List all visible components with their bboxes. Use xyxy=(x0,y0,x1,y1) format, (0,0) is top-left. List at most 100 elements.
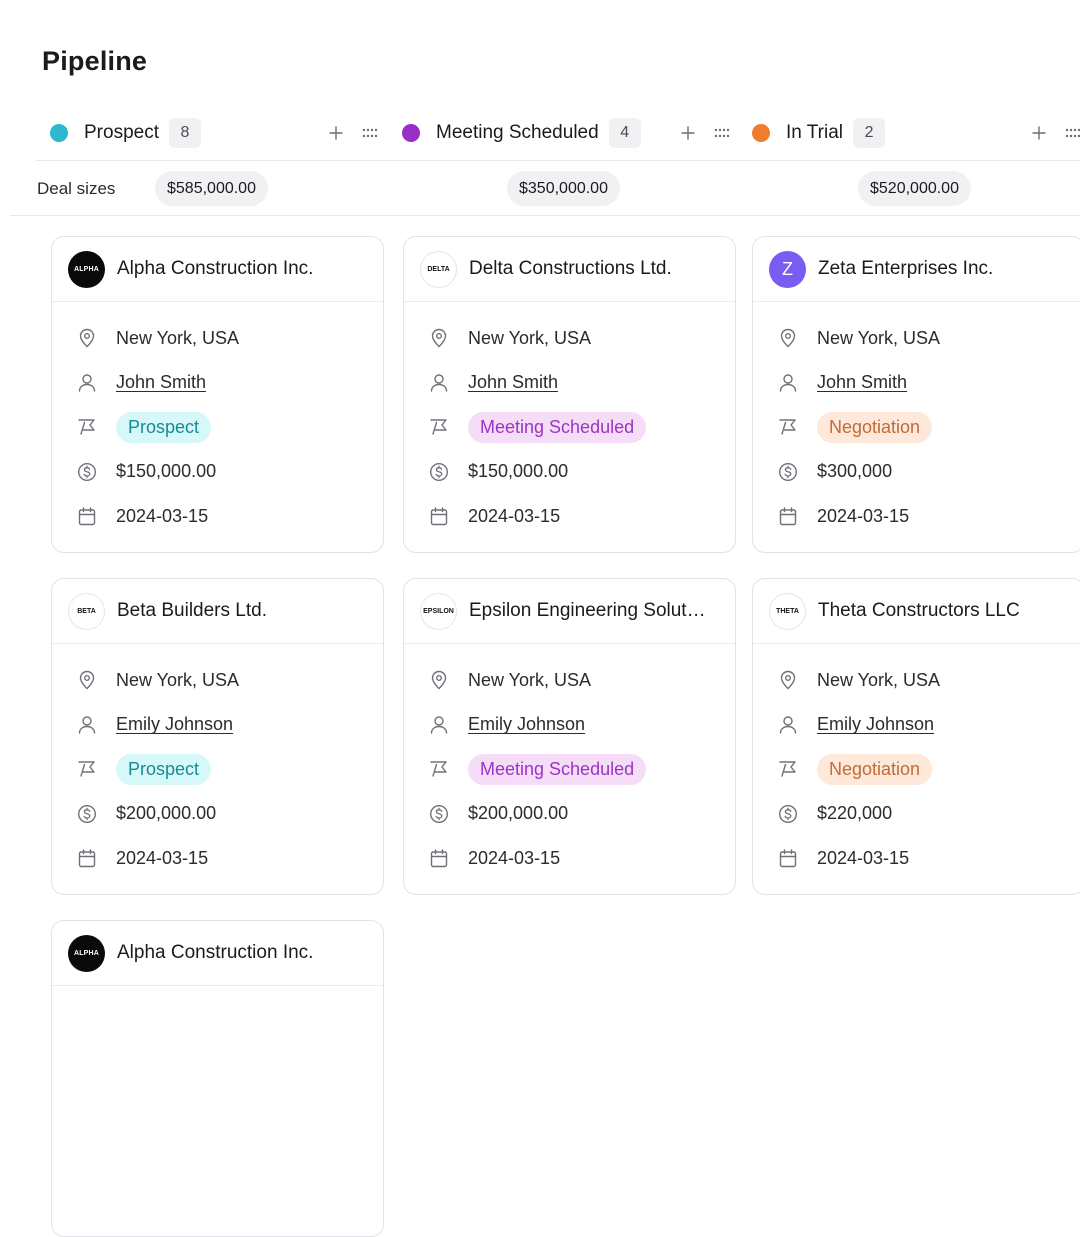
calendar-icon xyxy=(76,505,98,527)
contact-link[interactable]: Emily Johnson xyxy=(817,714,934,735)
company-name[interactable]: Theta Constructors LLC xyxy=(818,600,1020,622)
calendar-icon xyxy=(428,505,450,527)
card-header: ALPHA Alpha Construction Inc. xyxy=(52,237,383,302)
column-actions xyxy=(1031,117,1080,149)
add-deal-button[interactable] xyxy=(680,125,696,141)
flag-icon xyxy=(76,416,98,438)
deal-size-total: $585,000.00 xyxy=(155,171,268,206)
close-date: 2024-03-15 xyxy=(116,505,209,526)
column-count-badge: 8 xyxy=(168,118,201,148)
company-name[interactable]: Epsilon Engineering Solut… xyxy=(469,600,706,622)
company-logo-text: THETA xyxy=(776,607,799,615)
close-date: 2024-03-15 xyxy=(468,505,561,526)
location-text: New York, USA xyxy=(116,669,240,690)
stage-badge[interactable]: Meeting Scheduled xyxy=(468,753,647,785)
flag-icon xyxy=(428,416,450,438)
flag-icon xyxy=(777,416,799,438)
stage-badge[interactable]: Negotiation xyxy=(817,753,933,785)
company-name[interactable]: Alpha Construction Inc. xyxy=(117,942,313,964)
calendar-icon xyxy=(777,847,799,869)
column-count-badge: 4 xyxy=(608,118,641,148)
deal-card[interactable]: ALPHA Alpha Construction Inc. New York, … xyxy=(51,236,384,553)
column-actions xyxy=(328,117,378,149)
date-row: 2024-03-15 xyxy=(76,836,383,881)
user-icon xyxy=(428,372,450,394)
location-row: New York, USA xyxy=(777,658,1080,703)
contact-link[interactable]: John Smith xyxy=(468,372,558,393)
deal-card[interactable]: BETA Beta Builders Ltd. New York, USA Em… xyxy=(51,578,384,895)
dollar-circle-icon xyxy=(428,461,450,483)
company-logo: BETA xyxy=(68,592,105,630)
contact-row: Emily Johnson xyxy=(428,703,735,748)
map-pin-icon xyxy=(76,669,98,691)
company-logo: Z xyxy=(769,250,806,288)
company-name[interactable]: Delta Constructions Ltd. xyxy=(469,258,672,280)
amount-row: $150,000.00 xyxy=(428,450,735,495)
contact-row: John Smith xyxy=(76,361,383,406)
stage-badge[interactable]: Prospect xyxy=(116,411,212,443)
location-row: New York, USA xyxy=(428,316,735,361)
card-details: New York, USA John Smith Negotiation $30… xyxy=(753,302,1080,539)
calendar-icon xyxy=(777,505,799,527)
deal-amount: $300,000 xyxy=(817,461,893,482)
date-row: 2024-03-15 xyxy=(428,494,735,539)
card-details: New York, USA John Smith Prospect $150,0… xyxy=(52,302,383,539)
company-logo-text: Z xyxy=(782,258,793,279)
column-drag-handle[interactable] xyxy=(714,125,730,141)
column-drag-handle[interactable] xyxy=(362,125,378,141)
add-deal-button[interactable] xyxy=(1031,125,1047,141)
deal-size-total: $520,000.00 xyxy=(858,171,971,206)
contact-link[interactable]: Emily Johnson xyxy=(116,714,233,735)
user-icon xyxy=(777,372,799,394)
deal-card[interactable]: DELTA Delta Constructions Ltd. New York,… xyxy=(403,236,736,553)
stage-badge[interactable]: Prospect xyxy=(116,753,212,785)
company-logo: ALPHA xyxy=(68,934,105,972)
stage-row: Prospect xyxy=(76,405,383,450)
stage-row: Meeting Scheduled xyxy=(428,747,735,792)
flag-icon xyxy=(777,758,799,780)
stage-row: Prospect xyxy=(76,747,383,792)
column-title: Meeting Scheduled xyxy=(436,122,599,143)
column-drag-handle[interactable] xyxy=(1065,125,1080,141)
drag-handle-icon xyxy=(362,128,378,138)
deal-card[interactable]: EPSILON Epsilon Engineering Solut… New Y… xyxy=(403,578,736,895)
contact-row: Emily Johnson xyxy=(777,703,1080,748)
map-pin-icon xyxy=(428,327,450,349)
add-deal-button[interactable] xyxy=(328,125,344,141)
column-count-badge: 2 xyxy=(853,118,886,148)
user-icon xyxy=(428,714,450,736)
deal-card[interactable]: ALPHA Alpha Construction Inc. xyxy=(51,920,384,1237)
map-pin-icon xyxy=(76,327,98,349)
location-text: New York, USA xyxy=(817,669,941,690)
amount-row: $200,000.00 xyxy=(76,792,383,837)
card-header: ALPHA Alpha Construction Inc. xyxy=(52,921,383,986)
amount-row: $200,000.00 xyxy=(428,792,735,837)
dollar-circle-icon xyxy=(777,461,799,483)
company-logo: DELTA xyxy=(420,250,457,288)
location-text: New York, USA xyxy=(116,327,240,348)
stage-badge[interactable]: Negotiation xyxy=(817,411,933,443)
deal-card[interactable]: THETA Theta Constructors LLC New York, U… xyxy=(752,578,1080,895)
card-header: DELTA Delta Constructions Ltd. xyxy=(404,237,735,302)
dollar-circle-icon xyxy=(76,803,98,825)
location-row: New York, USA xyxy=(76,658,383,703)
close-date: 2024-03-15 xyxy=(468,847,561,868)
flag-icon xyxy=(76,758,98,780)
company-name[interactable]: Beta Builders Ltd. xyxy=(117,600,267,622)
deal-card[interactable]: Z Zeta Enterprises Inc. New York, USA Jo… xyxy=(752,236,1080,553)
contact-link[interactable]: Emily Johnson xyxy=(468,714,585,735)
status-dot xyxy=(50,124,68,142)
drag-handle-icon xyxy=(1065,128,1080,138)
map-pin-icon xyxy=(777,327,799,349)
column-header-in-trial: In Trial 2 xyxy=(752,117,886,149)
company-logo: EPSILON xyxy=(420,592,457,630)
company-name[interactable]: Zeta Enterprises Inc. xyxy=(818,258,993,280)
contact-link[interactable]: John Smith xyxy=(817,372,907,393)
company-name[interactable]: Alpha Construction Inc. xyxy=(117,258,313,280)
contact-link[interactable]: John Smith xyxy=(116,372,206,393)
user-icon xyxy=(76,372,98,394)
stage-badge[interactable]: Meeting Scheduled xyxy=(468,411,647,443)
close-date: 2024-03-15 xyxy=(116,847,209,868)
dollar-circle-icon xyxy=(76,461,98,483)
location-text: New York, USA xyxy=(468,669,592,690)
